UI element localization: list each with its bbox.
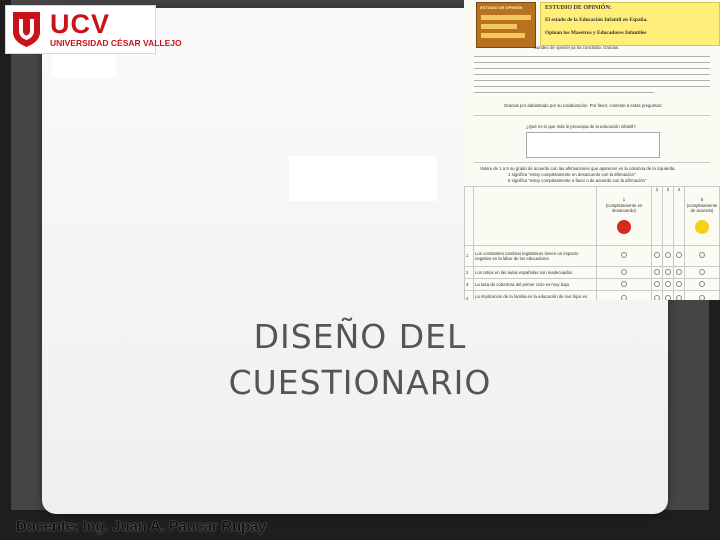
radio-option [665, 268, 671, 275]
open-answer-textarea [526, 132, 660, 158]
radio-option [699, 295, 705, 300]
slide-title-line: DISEÑO DEL [253, 317, 467, 356]
radio-option [654, 268, 660, 275]
radio-option [621, 268, 627, 275]
table-row: 1 Los constantes cambios legislativos ti… [464, 245, 720, 267]
radio-option [699, 268, 705, 275]
radio-option [654, 252, 660, 259]
thumb-bar [481, 33, 525, 38]
slide-footer: Docente: Ing. Juan A. Paucar Rupay [16, 518, 267, 535]
radio-option [676, 252, 682, 259]
slide-title: DISEÑO DEL CUESTIONARIO [180, 314, 540, 406]
thumb-title: ESTUDIO DE OPINIÓN [480, 5, 523, 10]
column-header: 1 (completamente en desacuerdo) [596, 186, 652, 246]
table-row: 4 La implicación de la familia en la edu… [464, 290, 720, 300]
university-logo: UCV UNIVERSIDAD CÉSAR VALLEJO [5, 5, 182, 54]
radio-option [654, 280, 660, 287]
logo-name: UCV [50, 9, 111, 39]
study-header-subtitle: El estado de la Educación Infantil en Es… [545, 17, 648, 23]
column-header: 5 (completamente de acuerdo) [684, 186, 720, 246]
sad-face-icon [617, 219, 631, 234]
rating-table: 1 (completamente en desacuerdo) 2 3 4 5 … [464, 186, 720, 300]
radio-option [665, 280, 671, 287]
radio-option [676, 295, 682, 300]
table-row: 2 Los ratios en las aulas españolas son … [464, 266, 720, 279]
radio-option [676, 268, 682, 275]
radio-option [665, 252, 671, 259]
shield-icon [13, 12, 40, 47]
radio-option [654, 295, 660, 300]
table-header-row: 1 (completamente en desacuerdo) 2 3 4 5 … [464, 186, 720, 246]
thumb-bar [481, 15, 531, 20]
radio-option [676, 280, 682, 287]
scale-note: 1 significa "estoy completamente en desa… [508, 172, 636, 177]
study-header-title: ESTUDIO DE OPINIÓN: [545, 5, 612, 11]
greeting-text: Sondeo de opinión ya ha concluido. Graci… [534, 45, 620, 50]
questionnaire-image: ESTUDIO DE OPINIÓN ESTUDIO DE OPINIÓN: E… [464, 0, 720, 300]
column-header: 4 [673, 186, 685, 246]
column-header: 3 [662, 186, 674, 246]
blank-placeholder [289, 156, 437, 201]
thumb-bar [481, 24, 517, 29]
scale-note: 5 significa "estoy completamente a favor… [508, 178, 647, 183]
radio-option [621, 280, 627, 287]
column-header: 2 [651, 186, 663, 246]
separator [474, 162, 710, 163]
logo-subtitle: UNIVERSIDAD CÉSAR VALLEJO [50, 38, 182, 48]
happy-face-icon [695, 219, 709, 234]
radio-option [665, 295, 671, 300]
thanks-text: Gracias por adelantado por su colaboraci… [504, 103, 663, 108]
study-thumbnail: ESTUDIO DE OPINIÓN [476, 2, 536, 48]
radio-option [699, 280, 705, 287]
separator [474, 115, 710, 116]
radio-option [621, 252, 627, 259]
scale-caption: Valore de 1 a 5 su grado de acuerdo con … [480, 166, 676, 171]
radio-option [621, 295, 627, 300]
radio-option [699, 252, 705, 259]
study-header-subtitle: Opinan los Maestros y Educadores Infanti… [545, 30, 647, 36]
slide-title-line: CUESTIONARIO [228, 363, 492, 402]
open-question-label: ¿Qué es lo que más le preocupa de la edu… [526, 124, 636, 129]
study-header: ESTUDIO DE OPINIÓN: El estado de la Educ… [540, 2, 720, 46]
table-row: 3 La tasa de cobertura del primer ciclo … [464, 278, 720, 291]
